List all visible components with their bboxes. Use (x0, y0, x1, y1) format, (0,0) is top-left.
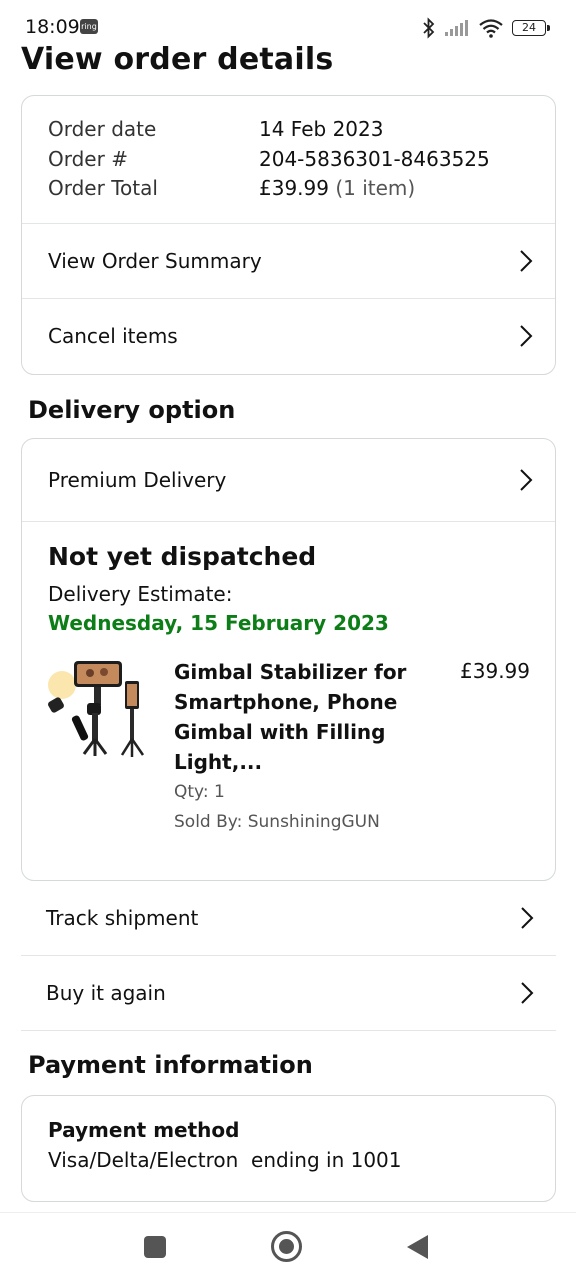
page-title: View order details (21, 42, 334, 77)
delivery-estimate-date: Wednesday, 15 February 2023 (48, 611, 389, 635)
view-order-summary-label: View Order Summary (48, 249, 262, 273)
product-quantity: Qty: 1 (174, 782, 225, 802)
product-image[interactable] (46, 659, 150, 759)
payment-method-label: Payment method (48, 1118, 240, 1142)
recents-icon[interactable] (144, 1236, 166, 1258)
dispatch-status: Not yet dispatched (48, 542, 317, 571)
cancel-items-row[interactable]: Cancel items (22, 299, 555, 373)
track-shipment-row[interactable]: Track shipment (21, 881, 556, 955)
divider (21, 1030, 556, 1031)
delivery-section-title: Delivery option (28, 396, 236, 424)
payment-card: Payment method Visa/Delta/Electron endin… (21, 1095, 556, 1202)
cancel-items-label: Cancel items (48, 324, 178, 348)
order-total-amount: £39.99 (259, 176, 329, 200)
premium-delivery-row[interactable]: Premium Delivery (22, 442, 555, 518)
product-seller: Sold By: SunshiningGUN (174, 812, 380, 832)
buy-it-again-row[interactable]: Buy it again (21, 956, 556, 1030)
order-total-label: Order Total (48, 176, 158, 200)
bluetooth-icon (423, 17, 435, 39)
status-icons: 24 (422, 16, 550, 40)
order-summary-card: Order date 14 Feb 2023 Order # 204-58363… (21, 95, 556, 375)
divider (22, 521, 555, 522)
order-total-value: £39.99 (1 item) (259, 176, 415, 200)
payment-method-value: Visa/Delta/Electron ending in 1001 (48, 1148, 402, 1172)
buy-it-again-label: Buy it again (46, 981, 166, 1005)
order-total-items: (1 item) (335, 176, 416, 200)
view-order-summary-row[interactable]: View Order Summary (22, 224, 555, 298)
chevron-right-icon (520, 325, 533, 347)
premium-delivery-label: Premium Delivery (48, 468, 227, 492)
order-number-label: Order # (48, 147, 128, 171)
order-date-label: Order date (48, 117, 157, 141)
ring-notification-icon: ring (80, 19, 98, 34)
delivery-estimate-label: Delivery Estimate: (48, 582, 233, 606)
chevron-right-icon (520, 250, 533, 272)
order-date-value: 14 Feb 2023 (259, 117, 384, 141)
payment-section-title: Payment information (28, 1051, 313, 1079)
system-nav-bar (0, 1212, 576, 1280)
back-icon[interactable] (407, 1235, 428, 1259)
signal-icon (445, 20, 468, 36)
delivery-card: Premium Delivery Not yet dispatched Deli… (21, 438, 556, 881)
chevron-right-icon (520, 469, 533, 491)
home-icon[interactable] (271, 1231, 302, 1262)
order-number-value: 204-5836301-8463525 (259, 147, 490, 171)
track-shipment-label: Track shipment (46, 906, 199, 930)
status-time: 18:09 (25, 16, 80, 38)
chevron-right-icon (521, 907, 534, 929)
chevron-right-icon (521, 982, 534, 1004)
product-title[interactable]: Gimbal Stabilizer for Smartphone, Phone … (174, 657, 414, 777)
product-price: £39.99 (460, 659, 530, 683)
battery-icon: 24 (512, 20, 550, 36)
wifi-icon (479, 19, 503, 38)
